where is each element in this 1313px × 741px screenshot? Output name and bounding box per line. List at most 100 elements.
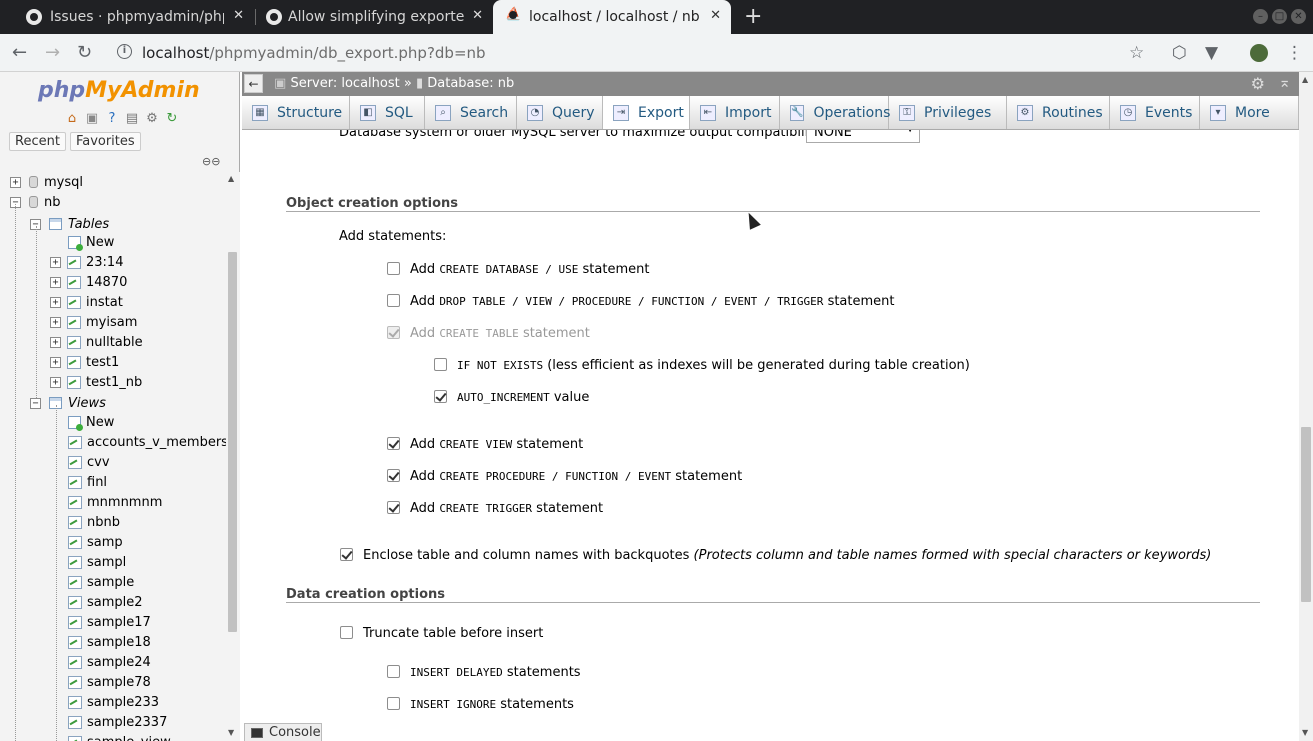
reload-icon[interactable]: ↻ (77, 42, 92, 63)
tree-table-item[interactable]: + test1_nb (50, 372, 142, 392)
menu-tab-more[interactable]: ▾ More (1200, 96, 1299, 129)
help-icon[interactable]: ? (104, 111, 120, 127)
site-info-icon[interactable]: i (117, 44, 132, 59)
favorites-tab[interactable]: Favorites (69, 132, 141, 151)
bookmark-star-icon[interactable]: ☆ (1129, 43, 1144, 63)
create-procedure-label[interactable]: Add CREATE PROCEDURE / FUNCTION / EVENT … (410, 469, 742, 484)
main-scrollbar[interactable]: ▲ ▼ (1299, 72, 1313, 741)
close-tab-icon[interactable]: ✕ (710, 8, 721, 23)
extension-v-icon[interactable]: ▼ (1205, 43, 1218, 63)
create-trigger-label[interactable]: Add CREATE TRIGGER statement (410, 501, 603, 516)
tree-table-item[interactable]: + myisam (50, 312, 137, 332)
create-database-checkbox[interactable] (387, 262, 400, 275)
backquotes-checkbox[interactable] (340, 548, 353, 561)
compatibility-select[interactable]: NONE ▼ (806, 130, 920, 143)
tree-view-item[interactable]: sample78 (68, 672, 151, 692)
menu-tab-privileges[interactable]: ⚿ Privileges (889, 96, 1007, 129)
tree-table-item[interactable]: +14870 (50, 272, 127, 292)
maximize-window-icon[interactable]: □ (1272, 9, 1287, 24)
navigation-scrollbar[interactable]: ▲ ▼ (226, 172, 240, 741)
settings-icon[interactable]: ⚙ (144, 111, 160, 127)
collapse-navigation-button[interactable]: ← (244, 74, 263, 93)
tree-view-item[interactable]: sample2337 (68, 712, 167, 732)
if-not-exists-label[interactable]: IF NOT EXISTS (less efficient as indexes… (457, 358, 970, 373)
tree-view-item[interactable]: sample (68, 572, 134, 592)
close-window-icon[interactable]: ✕ (1291, 9, 1306, 24)
create-procedure-checkbox[interactable] (387, 469, 400, 482)
tree-db-nb[interactable]: − nb (10, 192, 61, 212)
scroll-up-icon[interactable]: ▲ (1302, 75, 1308, 84)
tree-view-item[interactable]: samp (68, 532, 123, 552)
create-view-label[interactable]: Add CREATE VIEW statement (410, 437, 583, 452)
close-tab-icon[interactable]: ✕ (472, 8, 483, 23)
page-settings-icon[interactable]: ⚙ (1251, 74, 1265, 93)
insert-delayed-label[interactable]: INSERT DELAYED statements (410, 665, 581, 680)
new-tab-button[interactable]: + (744, 4, 762, 29)
auto-increment-label[interactable]: AUTO_INCREMENT value (457, 390, 589, 405)
browser-menu-icon[interactable]: ⋮ (1286, 43, 1303, 63)
back-arrow-icon[interactable]: ← (12, 42, 27, 63)
create-database-label[interactable]: Add CREATE DATABASE / USE statement (410, 262, 649, 277)
docs-icon[interactable]: ▤ (124, 111, 140, 127)
tree-view-item[interactable]: sample233 (68, 692, 159, 712)
insert-delayed-checkbox[interactable] (387, 665, 400, 678)
close-tab-icon[interactable]: ✕ (233, 8, 244, 23)
expand-icon[interactable]: + (50, 276, 61, 288)
link-with-main-panel-icon[interactable]: ⊖⊖ (202, 155, 220, 168)
expand-icon[interactable]: + (50, 256, 61, 268)
reload-nav-icon[interactable]: ↻ (164, 111, 180, 127)
tree-view-item[interactable]: sampl (68, 552, 126, 572)
expand-icon[interactable]: + (10, 176, 21, 188)
create-view-checkbox[interactable] (387, 437, 400, 450)
expand-icon[interactable]: + (50, 316, 61, 328)
console-button[interactable]: Console (244, 723, 322, 741)
menu-tab-events[interactable]: ◷ Events (1110, 96, 1200, 129)
profile-avatar[interactable] (1250, 44, 1268, 62)
tree-table-item[interactable]: + instat (50, 292, 123, 312)
browser-tab-pr[interactable]: Allow simplifying exporte ✕ (256, 0, 493, 34)
create-trigger-checkbox[interactable] (387, 501, 400, 514)
if-not-exists-checkbox[interactable] (434, 358, 447, 371)
menu-tab-operations[interactable]: 🔧 Operations (780, 96, 890, 129)
pma-logo[interactable]: phpMyAdmin (38, 78, 200, 103)
breadcrumb-database[interactable]: Database: nb (427, 76, 514, 91)
breadcrumb-server[interactable]: Server: localhost (290, 76, 399, 91)
tree-table-item[interactable]: +23:14 (50, 252, 123, 272)
expand-icon[interactable]: + (50, 356, 61, 368)
recent-tab[interactable]: Recent (9, 132, 66, 151)
menu-tab-routines[interactable]: ⚙ Routines (1007, 96, 1110, 129)
tree-view-item[interactable]: sample17 (68, 612, 151, 632)
menu-tab-export[interactable]: ⇥ Export (603, 96, 690, 129)
address-bar[interactable]: localhost/phpmyadmin/db_export.php?db=nb (142, 44, 486, 62)
tree-table-item[interactable]: + nulltable (50, 332, 143, 352)
menu-tab-import[interactable]: ⇤ Import (690, 96, 780, 129)
auto-increment-checkbox[interactable] (434, 390, 447, 403)
minimize-window-icon[interactable]: – (1253, 9, 1268, 24)
scroll-down-icon[interactable]: ▼ (228, 728, 234, 737)
tree-view-item[interactable]: finl (68, 472, 107, 492)
tree-view-item[interactable]: cvv (68, 452, 110, 472)
scrollbar-thumb[interactable] (228, 252, 237, 632)
tree-view-item[interactable]: mnmnmnm (68, 492, 162, 512)
expand-icon[interactable]: + (50, 336, 61, 348)
tree-view-item[interactable]: sample_view (68, 732, 171, 741)
truncate-label[interactable]: Truncate table before insert (363, 626, 543, 641)
tree-tables-group[interactable]: − Tables (30, 214, 109, 234)
menu-tab-search[interactable]: ⌕ Search (425, 96, 517, 129)
scroll-up-icon[interactable]: ▲ (228, 174, 234, 183)
collapse-icon[interactable]: − (30, 397, 41, 409)
browser-tab-pma[interactable]: ⛵ localhost / localhost / nb ✕ (493, 0, 731, 34)
drop-statement-checkbox[interactable] (387, 294, 400, 307)
drop-statement-label[interactable]: Add DROP TABLE / VIEW / PROCEDURE / FUNC… (410, 294, 895, 309)
truncate-checkbox[interactable] (340, 626, 353, 639)
home-icon[interactable]: ⌂ (64, 111, 80, 127)
tree-view-item[interactable]: sample24 (68, 652, 151, 672)
menu-tab-query[interactable]: ◔ Query (517, 96, 603, 129)
insert-ignore-label[interactable]: INSERT IGNORE statements (410, 697, 574, 712)
tree-view-item[interactable]: sample18 (68, 632, 151, 652)
tree-table-item[interactable]: + test1 (50, 352, 119, 372)
scrollbar-thumb[interactable] (1301, 427, 1311, 602)
tree-db-mysql[interactable]: + mysql (10, 172, 83, 192)
collapse-top-icon[interactable]: ⌅ (1278, 73, 1291, 91)
tree-view-item[interactable]: sample2 (68, 592, 143, 612)
